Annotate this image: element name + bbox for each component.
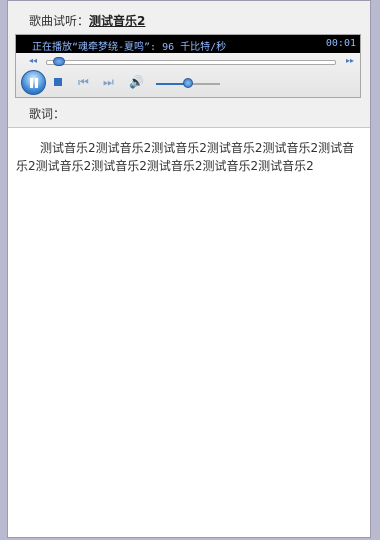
content-frame: 歌曲试听：测试音乐2 正在播放“魂牵梦绕-夏鸣”: 96 千比特/秒 00:01… xyxy=(7,0,371,538)
seek-row: ◂◂ ▸▸ xyxy=(16,55,360,69)
playback-time: 00:01 xyxy=(325,38,356,49)
rewind-icon[interactable]: ◂◂ xyxy=(29,56,37,65)
volume-knob[interactable] xyxy=(183,78,193,88)
lyrics-text: 测试音乐2测试音乐2测试音乐2测试音乐2测试音乐2测试音乐2测试音乐2测试音乐2… xyxy=(16,141,355,173)
media-player: 正在播放“魂牵梦绕-夏鸣”: 96 千比特/秒 00:01 ◂◂ ▸▸ ⏮ ⏭ … xyxy=(15,34,361,98)
next-track-icon[interactable]: ⏭ xyxy=(103,75,114,89)
player-status-bar: 正在播放“魂牵梦绕-夏鸣”: 96 千比特/秒 00:01 xyxy=(16,35,360,53)
stop-icon[interactable] xyxy=(54,78,62,86)
song-title-link[interactable]: 测试音乐2 xyxy=(89,14,145,28)
lyrics-label: 歌词： xyxy=(29,107,66,121)
pause-icon-bar xyxy=(35,78,38,88)
song-label: 歌曲试听： xyxy=(29,14,90,28)
pause-button[interactable] xyxy=(21,70,46,95)
seek-slider[interactable] xyxy=(46,57,336,66)
player-controls: ⏮ ⏭ 🔊 xyxy=(16,69,360,97)
song-header-panel: 歌曲试听：测试音乐2 正在播放“魂牵梦绕-夏鸣”: 96 千比特/秒 00:01… xyxy=(8,1,370,128)
volume-slider[interactable] xyxy=(156,78,220,88)
seek-knob[interactable] xyxy=(53,57,65,66)
fast-forward-icon[interactable]: ▸▸ xyxy=(346,56,354,65)
song-line: 歌曲试听：测试音乐2 xyxy=(29,12,145,29)
pause-icon xyxy=(30,78,33,88)
now-playing-text: 正在播放“魂牵梦绕-夏鸣”: 96 千比特/秒 xyxy=(32,42,227,53)
previous-track-icon[interactable]: ⏮ xyxy=(78,75,89,89)
volume-icon[interactable]: 🔊 xyxy=(129,75,144,89)
